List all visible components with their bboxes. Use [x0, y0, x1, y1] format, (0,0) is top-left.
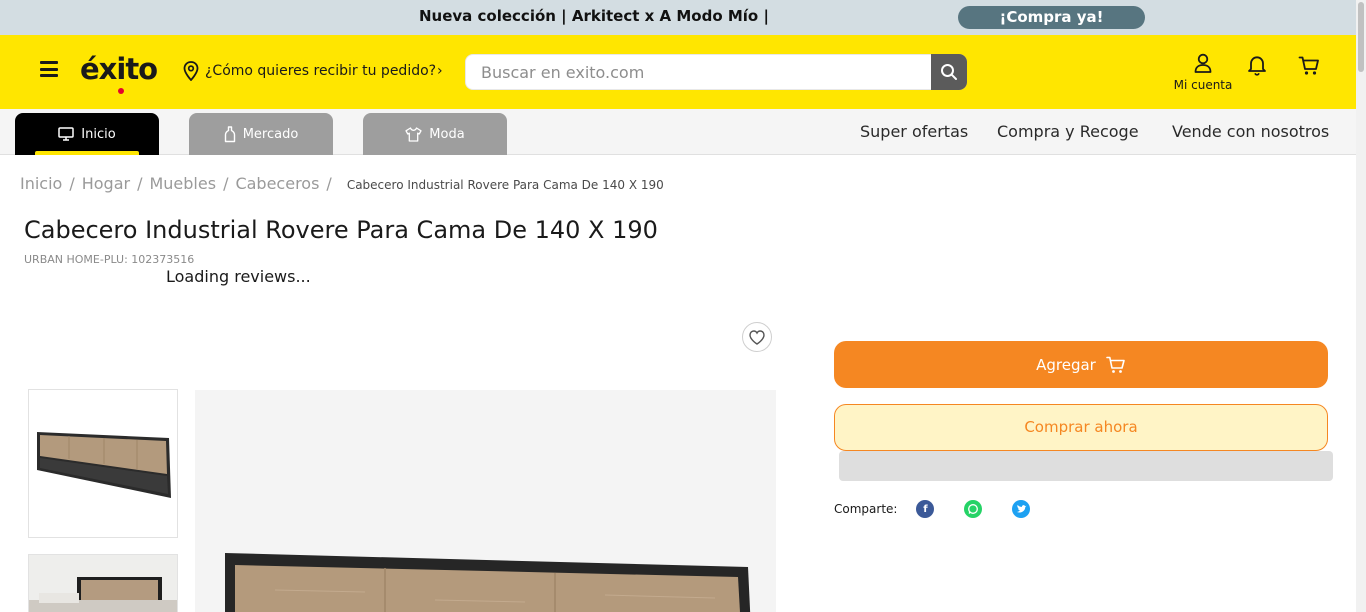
nav-link-super-ofertas[interactable]: Super ofertas	[860, 122, 968, 141]
bell-icon[interactable]	[1246, 54, 1268, 76]
product-sku: URBAN HOME-PLU: 102373516	[24, 253, 195, 266]
nav-link-compra-recoge[interactable]: Compra y Recoge	[997, 122, 1139, 141]
breadcrumb-current: Cabecero Industrial Rovere Para Cama De …	[346, 178, 664, 192]
promo-text[interactable]: Nueva colección | Arkitect x A Modo Mío …	[419, 7, 769, 25]
account-button[interactable]: Mi cuenta	[1170, 53, 1236, 97]
breadcrumb-separator: /	[137, 174, 143, 193]
tab-moda[interactable]: Moda	[363, 113, 507, 155]
breadcrumb-separator: /	[223, 174, 229, 193]
cart-icon[interactable]	[1298, 55, 1320, 77]
tab-inicio[interactable]: Inicio	[15, 113, 159, 155]
breadcrumb-separator: /	[69, 174, 75, 193]
search-button[interactable]	[931, 54, 967, 90]
buy-now-button[interactable]: Comprar ahora	[834, 404, 1328, 451]
twitter-icon[interactable]	[1012, 500, 1031, 518]
search-bar	[465, 54, 967, 90]
search-input[interactable]	[466, 55, 932, 89]
scrollbar-thumb[interactable]	[1358, 2, 1364, 72]
bottle-icon	[224, 125, 235, 142]
promo-cta-button[interactable]: ¡Compra ya!	[958, 6, 1145, 29]
chevron-right-icon[interactable]: ›	[437, 63, 443, 79]
user-icon	[1194, 53, 1212, 73]
facebook-icon[interactable]: f	[916, 500, 935, 518]
shirt-icon	[405, 126, 422, 142]
breadcrumb: Inicio / Hogar / Muebles / Cabeceros / C…	[20, 174, 664, 193]
breadcrumb-item[interactable]: Muebles	[149, 174, 216, 193]
add-to-cart-label: Agregar	[1036, 355, 1096, 374]
bedroom-image	[29, 555, 177, 612]
delivery-selector[interactable]: ¿Cómo quieres recibir tu pedido?	[205, 63, 436, 79]
tab-label: Inicio	[81, 126, 116, 142]
menu-icon[interactable]	[40, 61, 58, 77]
account-label: Mi cuenta	[1173, 78, 1233, 92]
logo-dot	[118, 88, 124, 94]
loading-placeholder	[839, 451, 1333, 481]
tab-label: Moda	[429, 126, 465, 142]
exito-logo[interactable]: éxito	[80, 52, 158, 94]
whatsapp-icon[interactable]	[964, 500, 983, 518]
category-nav: Inicio Mercado Moda Super ofertas Compra…	[0, 109, 1356, 155]
add-to-cart-button[interactable]: Agregar	[834, 341, 1328, 388]
breadcrumb-item[interactable]: Cabeceros	[235, 174, 319, 193]
favorite-button[interactable]	[742, 322, 772, 352]
product-title: Cabecero Industrial Rovere Para Cama De …	[24, 216, 658, 244]
active-tab-indicator	[35, 151, 139, 155]
tab-mercado[interactable]: Mercado	[189, 113, 333, 155]
headboard-image	[29, 390, 177, 537]
heart-icon	[749, 330, 765, 345]
cart-icon	[1106, 356, 1125, 373]
share-section: Comparte: f	[834, 500, 1060, 518]
search-icon	[941, 64, 957, 80]
breadcrumb-item[interactable]: Hogar	[82, 174, 130, 193]
reviews-status: Loading reviews...	[166, 267, 311, 286]
location-pin-icon[interactable]	[183, 61, 199, 81]
product-page: Nueva colección | Arkitect x A Modo Mío …	[0, 0, 1366, 612]
vertical-scrollbar[interactable]	[1356, 0, 1366, 612]
monitor-icon	[58, 127, 75, 141]
nav-link-vende[interactable]: Vende con nosotros	[1172, 122, 1329, 141]
headboard-image	[195, 390, 776, 612]
share-label: Comparte:	[834, 502, 898, 516]
breadcrumb-item[interactable]: Inicio	[20, 174, 62, 193]
breadcrumb-separator: /	[326, 174, 332, 193]
product-main-image[interactable]	[195, 390, 776, 612]
tab-label: Mercado	[242, 126, 299, 142]
product-thumbnail[interactable]	[28, 389, 178, 538]
product-thumbnail[interactable]	[28, 554, 178, 612]
promo-bar: Nueva colección | Arkitect x A Modo Mío …	[0, 0, 1356, 35]
main-header: éxito ¿Cómo quieres recibir tu pedido? ›	[0, 35, 1356, 109]
